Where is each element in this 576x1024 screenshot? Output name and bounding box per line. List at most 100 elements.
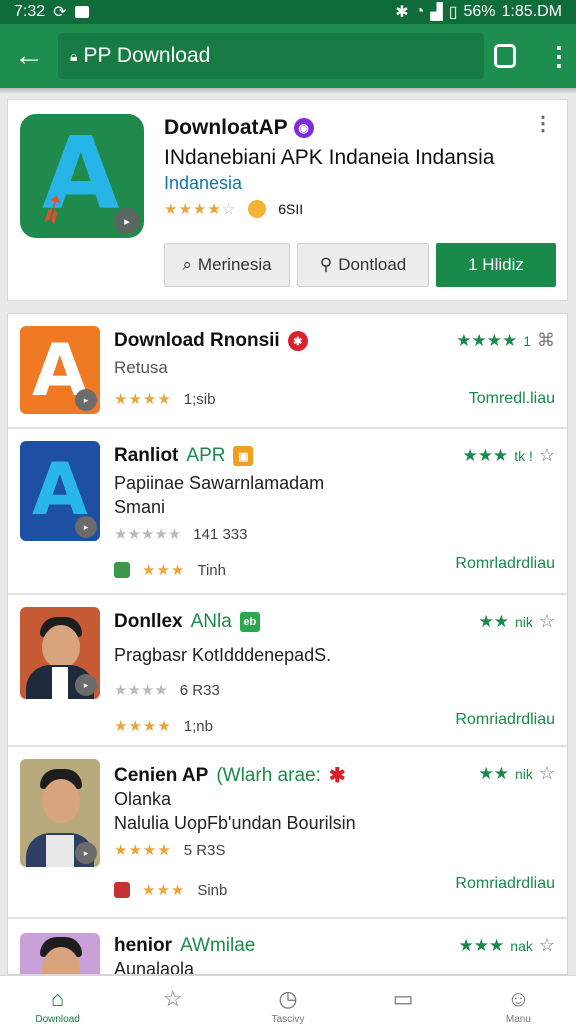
featured-app-card[interactable]: A ➶ ▸ DownloatAP ◉ INdanebiani APK Indan… xyxy=(7,99,568,301)
item-line: Retusa xyxy=(114,358,168,377)
item-title: Ranliot APR ▣ xyxy=(114,445,254,467)
rating-stars: ★★★★☆ xyxy=(164,200,236,218)
bookmark-icon[interactable]: ☆ xyxy=(539,611,555,632)
merinesia-label: Merinesia xyxy=(197,255,272,274)
featured-rating: ★★★★☆ 6SII xyxy=(164,200,303,218)
play-badge-icon: ▸ xyxy=(75,842,97,864)
badge-icon: eb xyxy=(239,612,260,632)
item-title: Download Rnonsii ✱ xyxy=(114,330,308,352)
list-item[interactable]: ▸ Cenien AP (Wlarh arae: ✱ Olanka Naluli… xyxy=(8,747,567,919)
bookmark-icon[interactable]: ☆ xyxy=(539,445,555,466)
app-list: A ▸ Download Rnonsii ✱ Retusa ★★★★ 1;sib… xyxy=(7,313,568,975)
bottom-navigation: ⌂ Download ☆ ◷ Tascivy ▭ ☺ Manu xyxy=(0,975,576,1024)
card-menu-icon[interactable]: ⋮ xyxy=(533,114,553,134)
nav-menu[interactable]: ☺ Manu xyxy=(461,976,576,1024)
face-shape xyxy=(42,779,80,823)
featured-subtitle: INdanebiani APK Indaneia Indansia xyxy=(164,146,495,169)
person-icon: ⚲ xyxy=(319,255,333,274)
item-line-2: Smani xyxy=(114,497,166,517)
nav-label: Manu xyxy=(505,1014,531,1024)
featured-title: DownloatAP ◉ xyxy=(164,116,314,140)
right-stars: ★★ xyxy=(478,763,509,783)
nav-activity[interactable]: ◷ Tascivy xyxy=(230,976,345,1024)
right-text: nak xyxy=(510,937,533,954)
featured-title-text: DownloatAP xyxy=(164,116,288,139)
browser-menu-icon[interactable]: ⋮ xyxy=(546,43,572,69)
status-clock: 1:85.DM xyxy=(501,3,562,20)
badge-icon: ▣ xyxy=(233,446,254,466)
tabs-icon[interactable] xyxy=(494,44,516,68)
item-title-text: Cenien AP xyxy=(114,764,209,786)
list-item[interactable]: henior AWmilae Aunalaola ★★★ nak ☆ xyxy=(8,919,567,975)
app-icon[interactable]: A ➶ ▸ xyxy=(20,114,144,238)
item-line: Pragbasr KotIdddenepadS. xyxy=(114,645,332,665)
nav-favorites[interactable]: ☆ xyxy=(115,976,230,1024)
browser-toolbar: ← 🔒︎ PP Download ⋮ xyxy=(0,24,576,88)
battery-icon: ▯ xyxy=(448,4,458,21)
item-rating: ★★★ tk ! ☆ xyxy=(462,445,555,466)
meta-count: 5 R3S xyxy=(183,841,226,859)
item-rating: ★★ nik ☆ xyxy=(478,611,555,632)
meta-count: 1;sib xyxy=(183,390,216,408)
item-line: Aunalaola xyxy=(114,959,195,975)
featured-developer[interactable]: Indanesia xyxy=(164,173,242,194)
clock-icon: ◷ xyxy=(278,986,298,1011)
notification-icon xyxy=(74,6,89,18)
install-button[interactable]: 1 Hlidiz xyxy=(436,243,556,287)
list-item[interactable]: A ▸ Ranliot APR ▣ Papiinae Sawarnlamadam… xyxy=(8,429,567,595)
meta-count: 141 333 xyxy=(193,525,248,543)
battery-percent: 56% xyxy=(463,3,496,20)
item-link[interactable]: Romriadrdliau xyxy=(455,875,555,893)
download-label: Dontload xyxy=(338,255,407,274)
bookmark-icon[interactable]: ⌘ xyxy=(537,330,555,351)
item-meta: ★★★★ 5 R3S xyxy=(114,841,226,860)
list-item[interactable]: ▸ Donllex ANla eb Pragbasr KotIdddenepad… xyxy=(8,595,567,747)
person-photo xyxy=(20,933,100,974)
nav-download[interactable]: ⌂ Download xyxy=(0,976,115,1024)
status-bar: 7:32 ⟳ ✱ ◔ ▟ ▯ 56% 1:85.DM xyxy=(0,0,576,24)
extra-stars: ★★★ xyxy=(142,562,186,579)
app-thumbnail: ▸ xyxy=(20,607,100,699)
play-badge-icon: ▸ xyxy=(75,389,97,411)
extra-count: Tinh xyxy=(197,561,226,579)
item-line: Papiinae Sawarnlamadam xyxy=(114,473,325,493)
right-text: nik xyxy=(514,765,533,782)
item-title-accent: (Wlarh arae: xyxy=(216,764,321,786)
category-icon xyxy=(114,562,130,578)
nav-label: Tascivy xyxy=(271,1014,305,1024)
bluetooth-icon: ✱ xyxy=(395,4,409,21)
app-thumbnail: A ▸ xyxy=(20,441,100,541)
item-extra-meta: ★★★ Sinb xyxy=(114,881,227,899)
back-arrow-icon[interactable]: ← xyxy=(0,24,58,88)
badge-icon: ✱ xyxy=(287,331,308,351)
toolbar-shadow xyxy=(0,88,576,94)
right-stars: ★★★ xyxy=(462,445,509,465)
merinesia-button[interactable]: ⌕ Merinesia xyxy=(164,243,290,287)
item-rating: ★★★ nak ☆ xyxy=(459,935,555,956)
nav-library[interactable]: ▭ xyxy=(346,976,461,1024)
url-text: PP Download xyxy=(83,44,211,67)
item-link[interactable]: Romrladrdliau xyxy=(455,555,555,573)
app-thumbnail xyxy=(20,933,100,974)
meta-stars: ★★★★ xyxy=(114,391,172,408)
bookmark-icon[interactable]: ☆ xyxy=(539,935,555,956)
item-link[interactable]: Tomredl.liau xyxy=(469,390,555,408)
right-text: nik xyxy=(514,613,533,630)
lock-icon: 🔒︎ xyxy=(70,47,78,64)
shirt-shape xyxy=(52,667,68,699)
shirt-shape xyxy=(46,835,74,867)
bookmark-icon[interactable]: ☆ xyxy=(539,763,555,784)
item-link[interactable]: Romriadrdliau xyxy=(455,711,555,729)
stars-off: ☆ xyxy=(221,201,237,218)
address-bar[interactable]: 🔒︎ PP Download xyxy=(58,33,484,79)
item-rating: ★★★★ 1 ⌘ xyxy=(456,330,555,351)
play-badge-icon: ▸ xyxy=(75,674,97,696)
right-stars: ★★ xyxy=(478,611,509,631)
item-title-text: henior xyxy=(114,935,173,956)
list-item[interactable]: A ▸ Download Rnonsii ✱ Retusa ★★★★ 1;sib… xyxy=(8,314,567,429)
item-title-text: Ranliot xyxy=(114,445,179,466)
meta-stars: ★★★★ xyxy=(114,682,168,699)
item-title: henior AWmilae xyxy=(114,935,255,957)
app-thumbnail: A ▸ xyxy=(20,326,100,414)
download-button[interactable]: ⚲ Dontload xyxy=(297,243,429,287)
